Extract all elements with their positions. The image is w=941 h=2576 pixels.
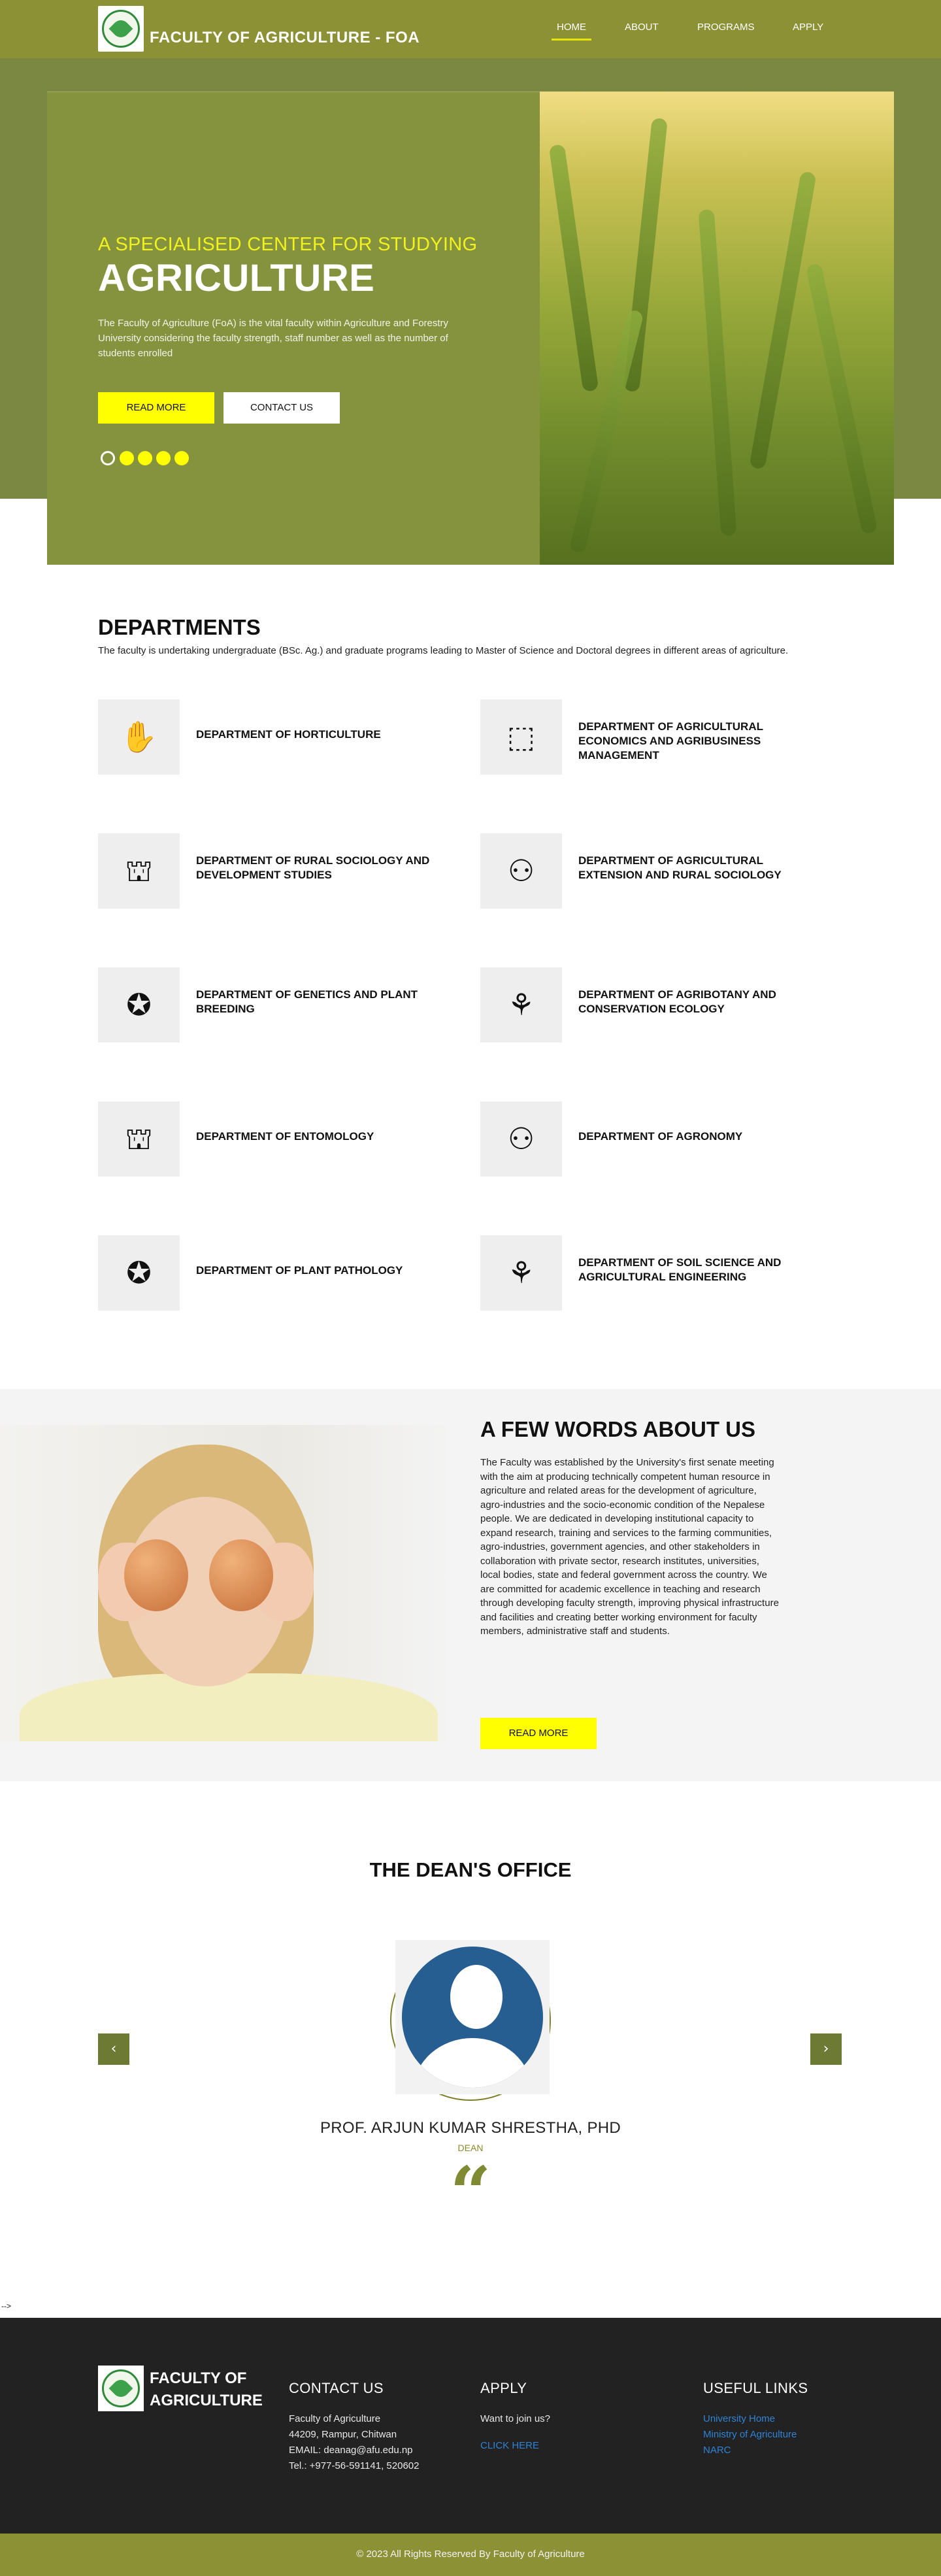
departments-intro: The faculty is undertaking undergraduate… <box>98 645 789 656</box>
slide-dot-2[interactable] <box>120 451 134 465</box>
girl-with-eggs-image <box>0 1425 457 1741</box>
teacher-audience-icon[interactable]: ⚇ <box>480 1101 562 1177</box>
about-text: The Faculty was established by the Unive… <box>480 1457 779 1637</box>
footer-contact-line: 44209, Rampur, Chitwan <box>289 2429 397 2440</box>
dept-rural-sociology[interactable]: DEPARTMENT OF RURAL SOCIOLOGY AND DEVELO… <box>196 854 444 882</box>
hands-globe-icon[interactable]: ⚘ <box>480 1235 562 1311</box>
about-title: A FEW WORDS ABOUT US <box>480 1417 756 1441</box>
dept-agronomy[interactable]: DEPARTMENT OF AGRONOMY <box>578 1129 827 1144</box>
dept-agribotany[interactable]: DEPARTMENT OF AGRIBOTANY AND CONSERVATIO… <box>578 988 827 1016</box>
footer-logo[interactable] <box>98 2366 144 2411</box>
footer-link-narc[interactable]: NARC <box>703 2443 731 2458</box>
avatar-placeholder-icon <box>402 1947 543 2088</box>
stray-text: --> <box>1 2301 11 2311</box>
quote-icon: “ <box>450 2150 491 2235</box>
dept-soil-science[interactable]: DEPARTMENT OF SOIL SCIENCE AND AGRICULTU… <box>578 1256 827 1284</box>
award-ribbon-icon[interactable]: ✪ <box>98 1235 180 1311</box>
hero-title: AGRICULTURE <box>98 257 375 299</box>
footer-contact-phone: Tel.: +977-56-591141, 520602 <box>289 2460 420 2471</box>
dean-name: PROF. ARJUN KUMAR SHRESTHA, PHD <box>320 2119 621 2137</box>
dept-agri-economics[interactable]: DEPARTMENT OF AGRICULTURAL ECONOMICS AND… <box>578 720 827 763</box>
frame-icon[interactable]: ⬚ <box>480 699 562 775</box>
hand-with-fruit-icon[interactable]: ✋ <box>98 699 180 775</box>
hero-read-more-button[interactable]: READ MORE <box>98 392 214 424</box>
nav-apply[interactable]: APPLY <box>793 22 823 33</box>
slide-dot-1[interactable] <box>101 451 115 465</box>
people-building-icon[interactable]: ⛫ <box>98 833 180 909</box>
footer-brand-line2: AGRICULTURE <box>150 2392 263 2409</box>
site-footer <box>0 2318 941 2534</box>
footer-apply-text: Want to join us? <box>480 2413 550 2424</box>
hero-contact-button[interactable]: CONTACT US <box>223 392 340 424</box>
carousel-prev-button[interactable]: ‹ <box>98 2033 129 2065</box>
footer-apply-link[interactable]: CLICK HERE <box>480 2438 539 2454</box>
faculty-logo[interactable] <box>98 6 144 52</box>
footer-contact-email: EMAIL: deanag@afu.edu.np <box>289 2445 413 2456</box>
nav-about[interactable]: ABOUT <box>625 22 659 33</box>
footer-contact-line: Faculty of Agriculture <box>289 2413 381 2424</box>
hero-description: The Faculty of Agriculture (FoA) is the … <box>98 318 449 359</box>
dean-title: THE DEAN'S OFFICE <box>369 1858 572 1881</box>
slide-dot-5[interactable] <box>174 451 189 465</box>
nav-programs[interactable]: PROGRAMS <box>697 22 755 33</box>
teacher-audience-icon[interactable]: ⚇ <box>480 833 562 909</box>
award-ribbon-icon[interactable]: ✪ <box>98 967 180 1043</box>
dept-agri-extension[interactable]: DEPARTMENT OF AGRICULTURAL EXTENSION AND… <box>578 854 827 882</box>
dean-avatar <box>395 1940 550 2094</box>
footer-contact-heading: CONTACT US <box>289 2380 384 2396</box>
wheat-field-image <box>540 92 894 565</box>
dept-genetics[interactable]: DEPARTMENT OF GENETICS AND PLANT BREEDIN… <box>196 988 444 1016</box>
footer-brand: FACULTY OF AGRICULTURE <box>150 2367 267 2412</box>
footer-apply-heading: APPLY <box>480 2380 527 2396</box>
footer-link-ministry[interactable]: Ministry of Agriculture <box>703 2427 797 2443</box>
slide-dot-3[interactable] <box>138 451 152 465</box>
people-building-icon[interactable]: ⛫ <box>98 1101 180 1177</box>
dept-entomology[interactable]: DEPARTMENT OF ENTOMOLOGY <box>196 1129 444 1144</box>
copyright-text: © 2023 All Rights Reserved By Faculty of… <box>356 2549 585 2560</box>
hero-subtitle: A SPECIALISED CENTER FOR STUDYING <box>98 234 478 255</box>
footer-link-university[interactable]: University Home <box>703 2411 775 2427</box>
slide-dot-4[interactable] <box>156 451 171 465</box>
hands-globe-icon[interactable]: ⚘ <box>480 967 562 1043</box>
footer-useful-heading: USEFUL LINKS <box>703 2380 808 2396</box>
footer-brand-line1: FACULTY OF <box>150 2369 247 2387</box>
site-brand[interactable]: FACULTY OF AGRICULTURE - FOA <box>150 29 420 47</box>
dept-horticulture[interactable]: DEPARTMENT OF HORTICULTURE <box>196 728 444 742</box>
departments-title: DEPARTMENTS <box>98 615 261 639</box>
dept-plant-pathology[interactable]: DEPARTMENT OF PLANT PATHOLOGY <box>196 1263 444 1278</box>
about-read-more-button[interactable]: READ MORE <box>480 1718 597 1749</box>
nav-home[interactable]: HOME <box>552 22 591 41</box>
carousel-next-button[interactable]: › <box>810 2033 842 2065</box>
page: { "header": { "brand": "FACULTY OF AGRIC… <box>0 0 941 2576</box>
